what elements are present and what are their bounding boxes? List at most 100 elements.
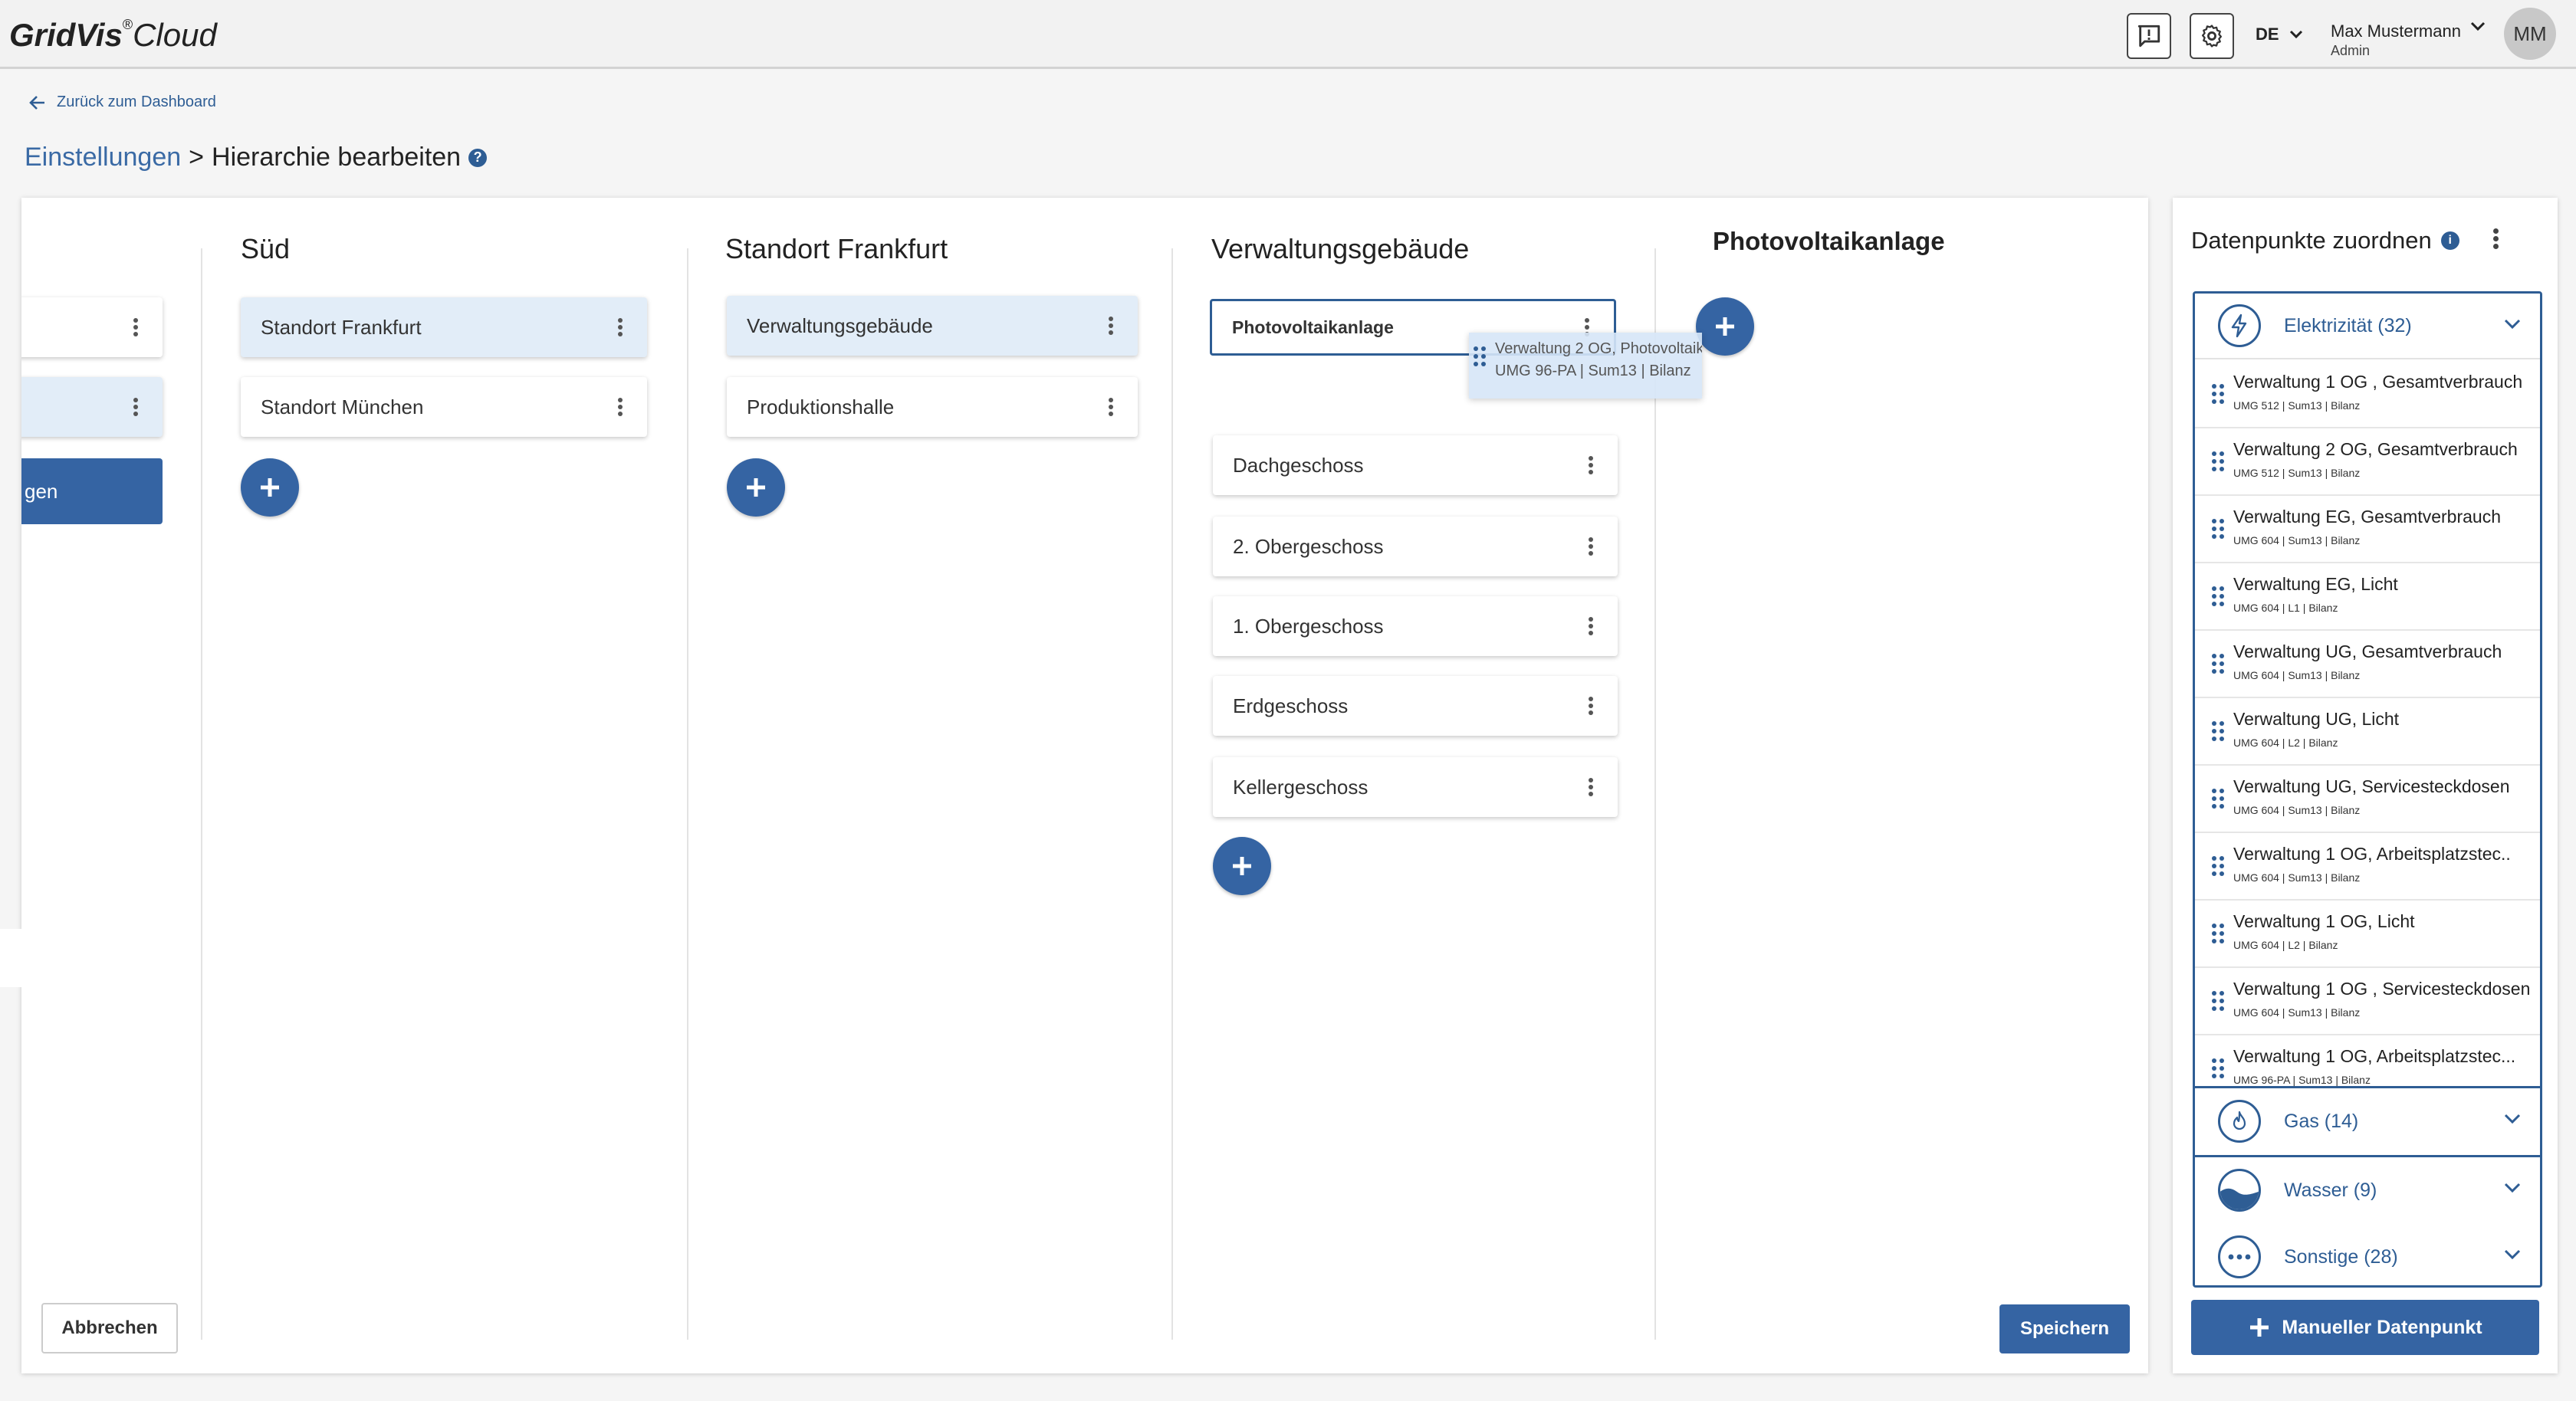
- list-item[interactable]: Verwaltung 1 OG , Servicesteckdosen UMG …: [2195, 968, 2540, 1035]
- settings-button[interactable]: [2190, 13, 2234, 59]
- datapoints-title: Datenpunkte zuordnen i: [2191, 227, 2459, 254]
- list-item[interactable]: Verwaltung EG, Licht UMG 604 | L1 | Bila…: [2195, 563, 2540, 631]
- drag-handle-icon[interactable]: [2212, 654, 2224, 674]
- chevron-down-icon: [2504, 1183, 2521, 1193]
- language-select[interactable]: DE: [2256, 25, 2304, 44]
- list-item[interactable]: Verwaltung 2 OG, Gesamtverbrauch UMG 512…: [2195, 428, 2540, 496]
- breadcrumb-separator: >: [189, 143, 205, 172]
- drag-handle-icon[interactable]: [2212, 924, 2224, 943]
- kebab-menu-icon[interactable]: [1589, 456, 1593, 474]
- column-title-photovoltaikanlage: Photovoltaikanlage: [1713, 227, 1945, 255]
- drag-handle-icon[interactable]: [2212, 991, 2224, 1011]
- water-icon: [2218, 1169, 2261, 1212]
- chevron-down-icon: [2504, 1249, 2521, 1260]
- chevron-down-icon: [2289, 30, 2302, 39]
- column-title-sued: Süd: [241, 233, 291, 264]
- chevron-down-icon: [2504, 1114, 2521, 1124]
- add-node-button[interactable]: [1696, 297, 1754, 356]
- arrow-left-icon: [29, 95, 44, 110]
- category-gas[interactable]: Gas (14): [2195, 1088, 2540, 1154]
- page-title: Hierarchie bearbeiten: [212, 143, 462, 172]
- hierarchy-card-erdgeschoss[interactable]: Erdgeschoss: [1213, 676, 1618, 736]
- gear-icon: [2201, 25, 2223, 48]
- plus-icon: [261, 478, 279, 497]
- back-to-dashboard-link[interactable]: Zurück zum Dashboard: [29, 94, 216, 111]
- kebab-menu-icon[interactable]: [1109, 398, 1113, 416]
- chevron-down-icon: [2504, 319, 2521, 330]
- hierarchy-card-partial[interactable]: [21, 297, 163, 357]
- breadcrumb: Einstellungen > Hierarchie bearbeiten ?: [25, 143, 488, 172]
- user-role: Admin: [2331, 43, 2371, 58]
- list-item[interactable]: Verwaltung UG, Servicesteckdosen UMG 604…: [2195, 766, 2540, 833]
- plus-icon: [1233, 857, 1251, 875]
- info-icon[interactable]: i: [2440, 231, 2459, 250]
- hierarchy-card-standort-frankfurt[interactable]: Standort Frankfurt: [241, 297, 647, 357]
- list-item[interactable]: Verwaltung UG, Licht UMG 604 | L2 | Bila…: [2195, 698, 2540, 766]
- add-node-button[interactable]: [241, 458, 299, 517]
- chevron-down-icon[interactable]: [2469, 20, 2487, 32]
- partial-action-button[interactable]: gen: [21, 458, 163, 524]
- hierarchy-card-standort-muenchen[interactable]: Standort München: [241, 377, 647, 437]
- cancel-button[interactable]: Abbrechen: [41, 1303, 178, 1353]
- hierarchy-card-1-obergeschoss[interactable]: 1. Obergeschoss: [1213, 596, 1618, 656]
- drag-handle-icon[interactable]: [2212, 789, 2224, 809]
- hierarchy-card-verwaltungsgebaeude[interactable]: Verwaltungsgebäude: [727, 296, 1138, 356]
- add-node-button[interactable]: [727, 458, 785, 517]
- datapoint-list[interactable]: Verwaltung 1 OG , Gesamtverbrauch UMG 51…: [2195, 361, 2540, 1127]
- hierarchy-card-2-obergeschoss[interactable]: 2. Obergeschoss: [1213, 517, 1618, 576]
- list-item[interactable]: Verwaltung 1 OG, Licht UMG 604 | L2 | Bi…: [2195, 901, 2540, 968]
- category-sonstige[interactable]: Sonstige (28): [2195, 1224, 2540, 1285]
- save-button[interactable]: Speichern: [1999, 1304, 2130, 1353]
- user-name[interactable]: Max Mustermann: [2331, 21, 2461, 41]
- avatar[interactable]: MM: [2504, 8, 2556, 60]
- column-divider: [1171, 248, 1173, 1340]
- category-wasser[interactable]: Wasser (9): [2195, 1157, 2540, 1223]
- help-icon[interactable]: ?: [468, 148, 488, 167]
- kebab-menu-icon[interactable]: [1589, 617, 1593, 635]
- category-elektrizitaet[interactable]: Elektrizität (32): [2195, 294, 2540, 359]
- kebab-menu-icon[interactable]: [133, 318, 138, 336]
- column-divider: [1654, 248, 1656, 1340]
- app-logo[interactable]: GridVis®Cloud: [9, 17, 217, 54]
- list-item[interactable]: Verwaltung EG, Gesamtverbrauch UMG 604 |…: [2195, 496, 2540, 563]
- column-divider: [687, 248, 688, 1340]
- plus-icon: [1716, 317, 1734, 336]
- drag-handle-icon[interactable]: [2212, 384, 2224, 404]
- drag-handle-icon[interactable]: [2212, 451, 2224, 471]
- column-divider: [201, 248, 202, 1340]
- kebab-menu-icon[interactable]: [1109, 317, 1113, 335]
- add-manual-datapoint-button[interactable]: Manueller Datenpunkt: [2191, 1300, 2539, 1355]
- datapoints-panel: Datenpunkte zuordnen i Elektrizität (32)…: [2173, 198, 2558, 1373]
- drag-preview-datapoint[interactable]: Verwaltung 2 OG, Photovoltaik... UMG 96-…: [1469, 333, 1702, 399]
- datapoint-categories: Elektrizität (32) Verwaltung 1 OG , Gesa…: [2193, 291, 2542, 1288]
- list-item[interactable]: Verwaltung 1 OG , Gesamtverbrauch UMG 51…: [2195, 361, 2540, 428]
- drag-handle-icon[interactable]: [2212, 1058, 2224, 1078]
- kebab-menu-icon[interactable]: [618, 398, 623, 416]
- kebab-menu-icon[interactable]: [1589, 778, 1593, 796]
- kebab-menu-icon[interactable]: [2493, 228, 2499, 249]
- list-item[interactable]: Verwaltung 1 OG, Arbeitsplatzstec.. UMG …: [2195, 833, 2540, 901]
- plus-icon: [2250, 1318, 2269, 1337]
- hierarchy-card-partial-selected[interactable]: [21, 377, 163, 437]
- drag-handle-icon[interactable]: [2212, 586, 2224, 606]
- hierarchy-card-dachgeschoss[interactable]: Dachgeschoss: [1213, 435, 1618, 495]
- breadcrumb-settings-link[interactable]: Einstellungen: [25, 143, 181, 172]
- list-item[interactable]: Verwaltung UG, Gesamtverbrauch UMG 604 |…: [2195, 631, 2540, 698]
- add-node-button[interactable]: [1213, 837, 1271, 895]
- column-title-verwaltungsgebaeude: Verwaltungsgebäude: [1211, 233, 1470, 264]
- kebab-menu-icon[interactable]: [1589, 537, 1593, 556]
- hierarchy-card-kellergeschoss[interactable]: Kellergeschoss: [1213, 757, 1618, 817]
- kebab-menu-icon[interactable]: [618, 318, 623, 336]
- top-bar: GridVis®Cloud DE Max Mustermann Admin MM: [0, 0, 2576, 69]
- feedback-icon: [2137, 25, 2160, 48]
- hierarchy-card-produktionshalle[interactable]: Produktionshalle: [727, 377, 1138, 437]
- hierarchy-editor-panel: gen Süd Standort Frankfurt Standort Münc…: [21, 198, 2148, 1373]
- feedback-button[interactable]: [2127, 13, 2171, 59]
- drag-handle-icon[interactable]: [2212, 519, 2224, 539]
- kebab-menu-icon[interactable]: [133, 398, 138, 416]
- drag-handle-icon[interactable]: [2212, 721, 2224, 741]
- side-edge-tab[interactable]: [0, 929, 21, 987]
- flame-icon: [2218, 1100, 2261, 1143]
- drag-handle-icon[interactable]: [2212, 856, 2224, 876]
- kebab-menu-icon[interactable]: [1589, 697, 1593, 715]
